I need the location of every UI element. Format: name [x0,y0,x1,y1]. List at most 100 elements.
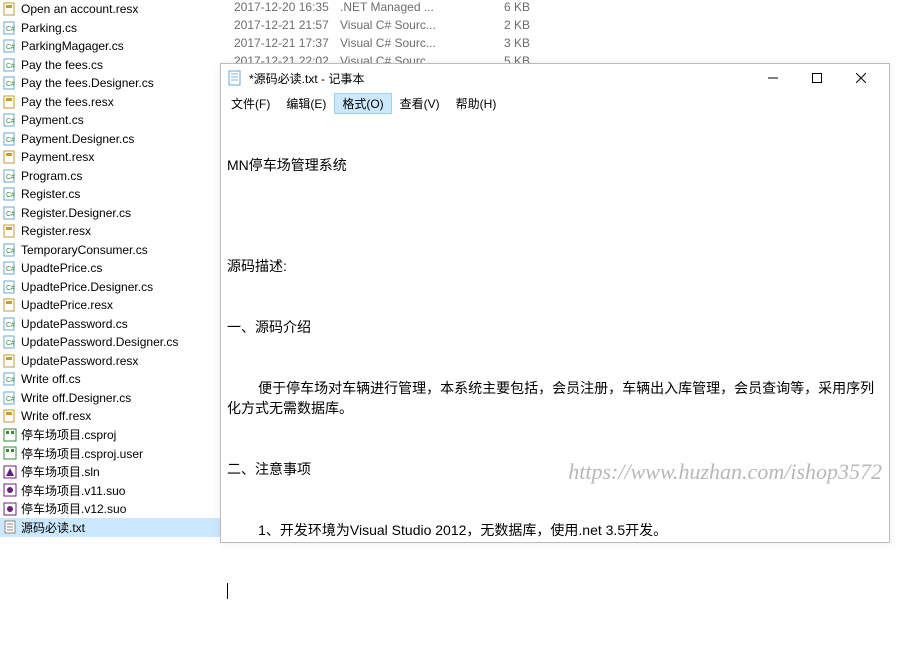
file-row[interactable]: C# UpadtePrice.Designer.cs [0,278,220,297]
file-name: UpadtePrice.resx [21,298,113,312]
notepad-icon [227,70,243,86]
file-row[interactable]: C#TemporaryConsumer.cs [0,241,220,260]
sln-file-icon [3,465,17,479]
file-row[interactable]: 源码必读.txt [0,518,220,537]
file-row[interactable]: C#Register.Designer.cs [0,204,220,223]
detail-date: 2017-12-21 21:57 [220,18,340,36]
detail-date: 2017-12-21 17:37 [220,36,340,54]
menu-view[interactable]: 查看(V) [392,93,448,114]
file-name: Pay the fees.Designer.cs [21,76,154,90]
file-row[interactable]: UpdatePassword.resx [0,352,220,371]
file-name: TemporaryConsumer.cs [21,243,148,257]
detail-date: 2017-12-20 16:35 [220,0,340,18]
cs-file-icon: C# [3,21,17,35]
minimize-button[interactable] [751,64,795,92]
file-row[interactable]: C# Pay the fees.cs [0,56,220,75]
svg-text:C#: C# [6,26,15,33]
maximize-button[interactable] [795,64,839,92]
file-name: Write off.cs [21,372,81,386]
file-name: Pay the fees.cs [21,58,103,72]
svg-text:C#: C# [6,285,15,292]
file-name: UpdatePassword.Designer.cs [21,335,178,349]
file-row[interactable]: C#Register.cs [0,185,220,204]
file-row[interactable]: 停车场项目.sln [0,463,220,482]
detail-size: 2 KB [470,18,530,36]
text-line [227,581,883,601]
file-name: Register.resx [21,224,91,238]
file-row[interactable]: Register.resx [0,222,220,241]
resx-file-icon [3,409,17,423]
file-row[interactable]: C# Program.cs [0,167,220,186]
menu-help[interactable]: 帮助(H) [448,93,505,114]
file-name: 停车场项目.csproj.user [21,445,143,462]
file-row[interactable]: C#UpdatePassword.Designer.cs [0,333,220,352]
suo-file-icon [3,483,17,497]
svg-text:C#: C# [6,137,15,144]
file-name: 源码必读.txt [21,519,85,536]
text-line: 二、注意事项 [227,459,883,479]
file-name: Parking.cs [21,21,77,35]
file-explorer-list: Open an account.resxC#Parking.csC#Parkin… [0,0,220,550]
svg-text:C#: C# [6,396,15,403]
file-row[interactable]: 停车场项目.csproj [0,426,220,445]
cs-file-icon: C# [3,280,17,294]
close-button[interactable] [839,64,883,92]
file-name: UpadtePrice.Designer.cs [21,280,153,294]
cs-file-icon: C# [3,261,17,275]
svg-text:C#: C# [6,211,15,218]
svg-text:C#: C# [6,192,15,199]
cs-file-icon: C# [3,206,17,220]
file-row[interactable]: C# Pay the fees.Designer.cs [0,74,220,93]
file-name: Pay the fees.resx [21,95,114,109]
cs-file-icon: C# [3,132,17,146]
menu-format[interactable]: 格式(O) [334,93,391,114]
file-row[interactable]: 停车场项目.v11.suo [0,481,220,500]
file-row[interactable]: C#ParkingMagager.cs [0,37,220,56]
file-name: Program.cs [21,169,82,183]
cs-file-icon: C# [3,58,17,72]
resx-file-icon [3,354,17,368]
svg-text:C#: C# [6,63,15,70]
resx-file-icon [3,224,17,238]
svg-text:C#: C# [6,174,15,181]
cs-file-icon: C# [3,113,17,127]
file-row[interactable]: C#UpdatePassword.cs [0,315,220,334]
cs-file-icon: C# [3,76,17,90]
file-row[interactable]: C#Write off.Designer.cs [0,389,220,408]
file-row[interactable]: C#Payment.cs [0,111,220,130]
detail-size: 6 KB [470,0,530,18]
cs-file-icon: C# [3,391,17,405]
titlebar[interactable]: *源码必读.txt - 记事本 [221,64,889,92]
file-row[interactable]: 停车场项目.csproj.user [0,444,220,463]
svg-text:C#: C# [6,377,15,384]
file-row[interactable]: UpadtePrice.resx [0,296,220,315]
resx-file-icon [3,95,17,109]
suo-file-icon [3,502,17,516]
file-row[interactable]: C#Payment.Designer.cs [0,130,220,149]
text-line: 一、源码介绍 [227,317,883,337]
file-name: ParkingMagager.cs [21,39,124,53]
file-row[interactable]: Write off.resx [0,407,220,426]
editor-area[interactable]: MN停车场管理系统 源码描述: 一、源码介绍 便于停车场对车辆进行管理，本系统主… [221,114,889,648]
file-row[interactable]: 停车场项目.v12.suo [0,500,220,519]
file-row[interactable]: C# Parking.cs [0,19,220,38]
notepad-window: *源码必读.txt - 记事本 文件(F) 编辑(E) 格式(O) 查看(V) … [220,63,890,543]
detail-type: Visual C# Sourc... [340,18,470,36]
csproj-file-icon [3,446,17,460]
menu-file[interactable]: 文件(F) [223,93,278,114]
file-row[interactable]: Pay the fees.resx [0,93,220,112]
file-name: 停车场项目.sln [21,463,100,480]
file-row[interactable]: Open an account.resx [0,0,220,19]
cs-file-icon: C# [3,169,17,183]
file-row[interactable]: C#UpadtePrice.cs [0,259,220,278]
file-row[interactable]: Payment.resx [0,148,220,167]
svg-text:C#: C# [6,266,15,273]
cs-file-icon: C# [3,372,17,386]
svg-text:C#: C# [6,81,15,88]
file-row[interactable]: C# Write off.cs [0,370,220,389]
menu-edit[interactable]: 编辑(E) [278,93,334,114]
text-line: 便于停车场对车辆进行管理，本系统主要包括，会员注册，车辆出入库管理，会员查询等，… [227,378,883,419]
detail-row[interactable]: 2017-12-21 21:57Visual C# Sourc...2 KB [220,18,900,36]
detail-row[interactable]: 2017-12-20 16:35.NET Managed ...6 KB [220,0,900,18]
detail-row[interactable]: 2017-12-21 17:37Visual C# Sourc...3 KB [220,36,900,54]
